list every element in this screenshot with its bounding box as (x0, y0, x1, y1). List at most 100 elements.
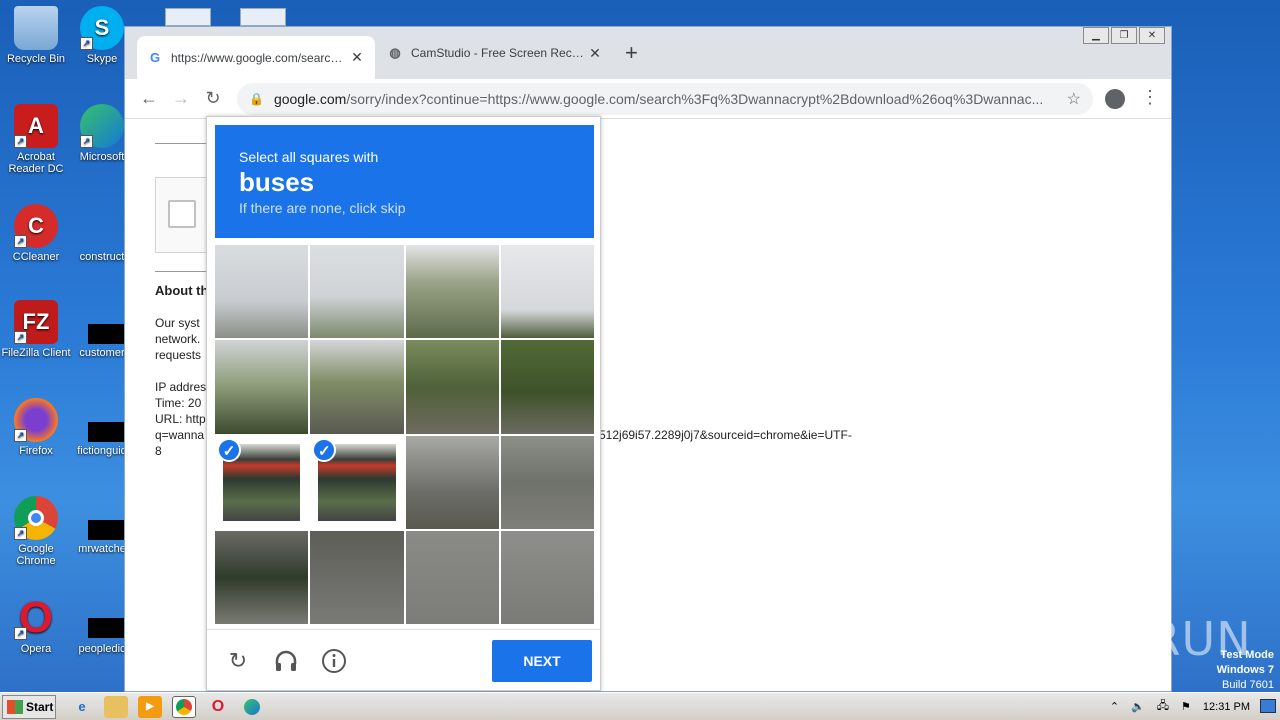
target-object: buses (239, 167, 315, 197)
edge-taskbar-icon[interactable] (240, 696, 264, 718)
chrome-taskbar-icon[interactable] (172, 695, 196, 718)
maximize-button[interactable]: ❐ (1111, 27, 1137, 44)
explanation-text: Our syst network. requests (155, 316, 202, 362)
icon-label: mrwatche (78, 543, 126, 555)
icon-label: peopledic (78, 643, 126, 655)
image-grid: ✓ ✓ (215, 245, 594, 624)
window-controls: ▁ ❐ ✕ (1081, 27, 1165, 44)
captcha-tile[interactable] (405, 340, 499, 434)
captcha-tile[interactable] (405, 245, 499, 339)
filezilla-icon: FZ ↗ (14, 300, 58, 344)
address-bar[interactable]: 🔒 google.com/sorry/index?continue=https:… (237, 83, 1093, 115)
check-icon: ✓ (217, 437, 241, 462)
captcha-tile[interactable] (310, 530, 404, 624)
captcha-tile[interactable]: ✓ (310, 435, 404, 529)
edge-icon: ↗ (80, 104, 124, 148)
explorer-icon[interactable] (104, 695, 128, 718)
desktop-icon-edge[interactable]: ↗ Microsoft (74, 104, 130, 163)
desktop-icon-peopledic[interactable]: peopledic (74, 596, 130, 655)
desktop: Recycle Bin S ↗ Skype A ↗ Acrobat Reader D… (0, 0, 286, 690)
back-button[interactable]: ← (133, 88, 165, 109)
desktop-icon-recycle-bin[interactable]: Recycle Bin (0, 6, 72, 65)
ie-icon[interactable]: e (70, 696, 94, 718)
start-button[interactable]: Start (2, 694, 56, 719)
captcha-tile[interactable] (310, 245, 404, 339)
file-icon[interactable] (165, 8, 211, 26)
desktop-icon-construct[interactable]: construct (74, 204, 130, 263)
flag-icon[interactable]: ⚑ (1181, 700, 1191, 713)
url-tail-text: 512j69i57.2289j0j7&sourceid=chrome&ie=UT… (599, 428, 852, 442)
icon-label: FileZilla Client (1, 347, 71, 359)
forward-button[interactable]: → (165, 88, 197, 109)
new-tab-button[interactable]: + (625, 40, 638, 66)
media-player-icon[interactable]: ▶ (138, 695, 162, 718)
globe-icon: ◍ (389, 45, 401, 60)
captcha-tile[interactable] (215, 245, 309, 339)
desktop-icon-filezilla[interactable]: FZ ↗ FileZilla Client (0, 300, 72, 359)
tab-google-search[interactable]: G https://www.google.com/search?q= ✕ (137, 36, 375, 79)
captcha-tile[interactable] (500, 530, 594, 624)
url-text: google.com/sorry/index?continue=https://… (273, 91, 1044, 107)
file-icon (80, 398, 124, 442)
network-icon[interactable]: 🖧 (1157, 697, 1169, 716)
reload-button[interactable]: ↻ (197, 88, 229, 109)
captcha-tile[interactable] (500, 435, 594, 529)
menu-dots-icon[interactable]: ⋮ (1141, 87, 1159, 108)
challenge-footer: ↻ NEXT (207, 629, 600, 690)
next-button[interactable]: NEXT (492, 640, 592, 682)
captcha-tile[interactable] (500, 340, 594, 434)
info-icon[interactable] (321, 648, 347, 674)
opera-taskbar-icon[interactable]: O (206, 696, 230, 718)
clock[interactable]: 12:31 PM (1203, 701, 1250, 713)
desktop-icon-fictionguid[interactable]: fictionguid (74, 398, 130, 457)
desktop-icon-acrobat[interactable]: A ↗ Acrobat Reader DC (0, 104, 72, 175)
captcha-tile[interactable]: ✓ (215, 435, 309, 529)
lock-icon: 🔒 (249, 92, 264, 106)
tray-expand-icon[interactable]: ⌃ (1110, 700, 1119, 713)
hint-text: If there are none, click skip (239, 200, 406, 216)
desktop-icon-opera[interactable]: O ↗ Opera (0, 593, 72, 655)
desktop-icon-chrome[interactable]: ↗ Google Chrome (0, 496, 72, 567)
recaptcha-checkbox[interactable] (168, 200, 196, 228)
tab-camstudio[interactable]: ◍ CamStudio - Free Screen Recording ✕ (377, 36, 613, 70)
icon-label: Opera (20, 643, 52, 655)
icon-label: Recycle Bin (6, 53, 66, 65)
check-icon: ✓ (312, 437, 337, 462)
close-icon[interactable]: ✕ (587, 45, 603, 62)
account-icon[interactable] (1105, 89, 1125, 109)
file-icon[interactable] (240, 8, 286, 26)
opera-icon: O ↗ (14, 593, 58, 642)
tab-strip: G https://www.google.com/search?q= ✕ ◍ C… (125, 27, 1171, 79)
reload-icon[interactable]: ↻ (225, 648, 251, 674)
close-icon[interactable]: ✕ (349, 49, 365, 66)
close-window-button[interactable]: ✕ (1139, 27, 1165, 44)
taskbar: Start e ▶ O ⌃ 🔈 🖧 ⚑ 12:31 PM (0, 692, 1280, 720)
captcha-tile[interactable] (215, 530, 309, 624)
file-icon (80, 300, 124, 344)
captcha-tile[interactable] (405, 435, 499, 529)
icon-label: Acrobat Reader DC (8, 151, 64, 175)
skype-icon: S ↗ (80, 6, 124, 50)
desktop-icon-ccleaner[interactable]: C ↗ CCleaner (0, 204, 72, 263)
icon-label: fictionguid (77, 445, 127, 457)
bookmark-star-icon[interactable]: ☆ (1067, 89, 1081, 109)
desktop-icon-mrwatche[interactable]: mrwatche (74, 496, 130, 555)
file-icon (80, 596, 124, 640)
captcha-tile[interactable] (215, 340, 309, 434)
captcha-tile[interactable] (405, 530, 499, 624)
browser-toolbar: ← → ↻ 🔒 google.com/sorry/index?continue=… (125, 79, 1171, 119)
recaptcha-challenge: Select all squares with buses If there a… (206, 116, 601, 691)
captcha-tile[interactable] (500, 245, 594, 339)
icon-label: Firefox (19, 445, 53, 457)
desktop-icon-skype[interactable]: S ↗ Skype (74, 6, 130, 65)
desktop-icon-firefox[interactable]: ↗ Firefox (0, 398, 72, 457)
volume-icon[interactable]: 🔈 (1131, 700, 1145, 713)
captcha-tile[interactable] (310, 340, 404, 434)
firefox-icon: ↗ (14, 398, 58, 442)
desktop-icon-customer[interactable]: customer (74, 300, 130, 359)
instruction-text: Select all squares with (239, 149, 379, 165)
headphones-icon[interactable] (273, 648, 299, 674)
show-desktop-button[interactable] (1260, 699, 1276, 713)
minimize-button[interactable]: ▁ (1083, 27, 1109, 44)
icon-label: Skype (86, 53, 118, 65)
